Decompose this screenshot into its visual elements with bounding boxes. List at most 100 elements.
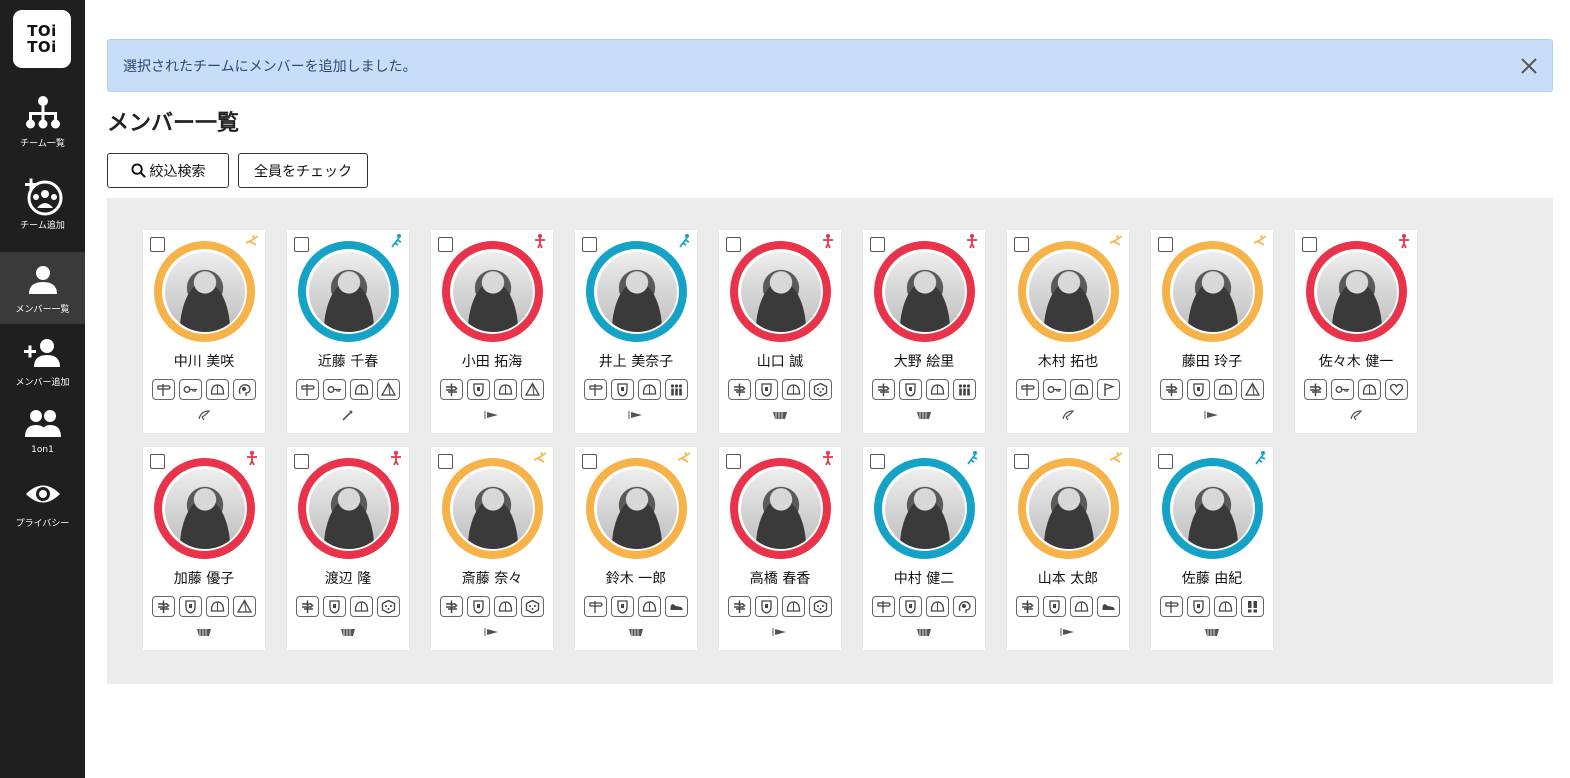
member-card[interactable]: 小田 拓海: [431, 230, 553, 433]
member-card[interactable]: 加藤 優子: [143, 447, 265, 650]
member-card[interactable]: 大野 絵里: [863, 230, 985, 433]
member-checkbox[interactable]: [150, 454, 165, 469]
cross-badge: [728, 596, 751, 617]
member-checkbox[interactable]: [582, 237, 597, 252]
member-checkbox[interactable]: [726, 454, 741, 469]
sidebar-item-1on1[interactable]: 1on1: [0, 403, 85, 475]
member-checkbox[interactable]: [438, 454, 453, 469]
avatar[interactable]: [442, 241, 543, 342]
flag-icon: [1060, 628, 1074, 636]
member-checkbox[interactable]: [726, 237, 741, 252]
sidebar-item-team-add[interactable]: チーム追加: [0, 176, 85, 248]
cross-icon: [1022, 600, 1034, 613]
success-alert: 選択されたチームにメンバーを追加しました。: [107, 39, 1553, 92]
cross-badge: [1160, 379, 1183, 400]
member-card[interactable]: 佐藤 由紀: [1151, 447, 1273, 650]
member-name[interactable]: 中村 健二: [863, 568, 985, 588]
app-logo[interactable]: TOi TOi: [13, 10, 71, 68]
member-checkbox[interactable]: [870, 237, 885, 252]
sidebar-item-member-add[interactable]: メンバー追加: [0, 333, 85, 405]
avatar-photo: [164, 468, 245, 549]
cross-badge: [440, 596, 463, 617]
member-checkbox[interactable]: [294, 237, 309, 252]
member-checkbox[interactable]: [582, 454, 597, 469]
member-name[interactable]: 渡辺 隆: [287, 568, 409, 588]
member-card[interactable]: 中川 美咲: [143, 230, 265, 433]
member-name[interactable]: 高橋 春香: [719, 568, 841, 588]
cross-badge: [728, 379, 751, 400]
sub-indicator: [143, 626, 265, 638]
member-name[interactable]: 近藤 千春: [287, 351, 409, 371]
member-card[interactable]: 藤田 玲子: [1151, 230, 1273, 433]
shield-badge: [899, 596, 922, 617]
avatar[interactable]: [730, 241, 831, 342]
sidebar-item-team-list[interactable]: チーム一覧: [0, 94, 85, 166]
member-checkbox[interactable]: [1014, 454, 1029, 469]
member-name[interactable]: 斎藤 奈々: [431, 568, 553, 588]
avatar[interactable]: [586, 241, 687, 342]
avatar[interactable]: [298, 241, 399, 342]
avatar-photo: [164, 251, 245, 332]
dome-badge: [206, 379, 229, 400]
member-checkbox[interactable]: [294, 454, 309, 469]
signpost-icon: [589, 601, 603, 613]
avatar[interactable]: [1018, 458, 1119, 559]
member-card[interactable]: 鈴木 一郎: [575, 447, 697, 650]
member-name[interactable]: 加藤 優子: [143, 568, 265, 588]
member-checkbox[interactable]: [1302, 237, 1317, 252]
trait-badges: [143, 596, 265, 617]
avatar[interactable]: [1306, 241, 1407, 342]
member-card[interactable]: 中村 健二: [863, 447, 985, 650]
member-checkbox[interactable]: [1158, 237, 1173, 252]
member-checkbox[interactable]: [1158, 454, 1173, 469]
member-card[interactable]: 井上 美奈子: [575, 230, 697, 433]
member-card[interactable]: 渡辺 隆: [287, 447, 409, 650]
member-card[interactable]: 佐々木 健一: [1295, 230, 1417, 433]
avatar[interactable]: [442, 458, 543, 559]
member-card[interactable]: 高橋 春香: [719, 447, 841, 650]
member-name[interactable]: 山口 誠: [719, 351, 841, 371]
member-name[interactable]: 小田 拓海: [431, 351, 553, 371]
cube-badge: [521, 596, 544, 617]
sidebar-item-member-list[interactable]: メンバー一覧: [0, 252, 85, 324]
leaf-icon: [1350, 410, 1363, 421]
member-name[interactable]: 中川 美咲: [143, 351, 265, 371]
avatar[interactable]: [154, 241, 255, 342]
avatar[interactable]: [730, 458, 831, 559]
avatar[interactable]: [298, 458, 399, 559]
avatar[interactable]: [1162, 241, 1263, 342]
member-checkbox[interactable]: [870, 454, 885, 469]
avatar[interactable]: [874, 458, 975, 559]
member-name[interactable]: 大野 絵里: [863, 351, 985, 371]
member-card[interactable]: 木村 拓也: [1007, 230, 1129, 433]
member-card[interactable]: 山本 太郎: [1007, 447, 1129, 650]
member-name[interactable]: 佐藤 由紀: [1151, 568, 1273, 588]
avatar[interactable]: [874, 241, 975, 342]
avatar[interactable]: [154, 458, 255, 559]
member-name[interactable]: 木村 拓也: [1007, 351, 1129, 371]
close-icon[interactable]: [1518, 55, 1540, 77]
avatar[interactable]: [1162, 458, 1263, 559]
member-card[interactable]: 近藤 千春: [287, 230, 409, 433]
sub-indicator: [1151, 626, 1273, 638]
check-all-button[interactable]: 全員をチェック: [238, 153, 368, 188]
shield-badge: [899, 379, 922, 400]
check-all-label: 全員をチェック: [254, 163, 352, 180]
filter-search-button[interactable]: 絞込検索: [107, 153, 229, 188]
sidebar-item-privacy[interactable]: プライバシー: [0, 474, 85, 546]
avatar[interactable]: [586, 458, 687, 559]
shield-badge: [179, 596, 202, 617]
member-name[interactable]: 山本 太郎: [1007, 568, 1129, 588]
member-card[interactable]: 斎藤 奈々: [431, 447, 553, 650]
cards-icon: [773, 412, 787, 419]
member-name[interactable]: 鈴木 一郎: [575, 568, 697, 588]
member-checkbox[interactable]: [1014, 237, 1029, 252]
member-name[interactable]: 藤田 玲子: [1151, 351, 1273, 371]
avatar[interactable]: [1018, 241, 1119, 342]
type-icon: [823, 451, 833, 466]
member-checkbox[interactable]: [438, 237, 453, 252]
member-name[interactable]: 佐々木 健一: [1295, 351, 1417, 371]
member-card[interactable]: 山口 誠: [719, 230, 841, 433]
member-name[interactable]: 井上 美奈子: [575, 351, 697, 371]
member-checkbox[interactable]: [150, 237, 165, 252]
